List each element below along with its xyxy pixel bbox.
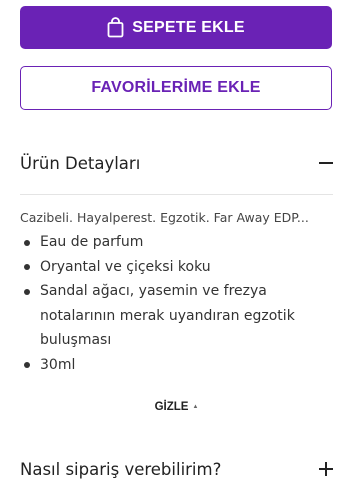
product-summary: Cazibeli. Hayalperest. Egzotik. Far Away… (20, 210, 309, 225)
feature-item: Sandal ağacı, yasemin ve frezya notaları… (20, 279, 333, 353)
product-details-header[interactable]: Ürün Detayları (20, 148, 333, 178)
order-help-header[interactable]: Nasıl sipariş verebilirim? (20, 454, 333, 484)
add-to-favorites-label: FAVORİLERİME EKLE (91, 79, 261, 96)
divider (20, 194, 333, 195)
order-help-title: Nasıl sipariş verebilirim? (20, 459, 222, 479)
feature-item: Oryantal ve çiçeksi koku (20, 255, 333, 280)
product-details-title: Ürün Detayları (20, 153, 141, 173)
add-to-cart-label: SEPETE EKLE (132, 18, 245, 36)
caret-up-icon: ▲ (192, 404, 199, 410)
feature-item: 30ml (20, 353, 333, 378)
minus-icon[interactable] (319, 156, 333, 170)
product-features-list: Eau de parfum Oryantal ve çiçeksi koku S… (20, 230, 333, 377)
shopping-bag-icon (107, 17, 124, 38)
feature-item: Eau de parfum (20, 230, 333, 255)
add-to-cart-button[interactable]: SEPETE EKLE (20, 6, 332, 49)
hide-details-button[interactable]: GİZLE ▲ (0, 401, 353, 413)
add-to-favorites-button[interactable]: FAVORİLERİME EKLE (20, 66, 332, 110)
product-page: SEPETE EKLE FAVORİLERİME EKLE Ürün Detay… (0, 0, 353, 490)
hide-details-label: GİZLE (154, 401, 189, 413)
plus-icon[interactable] (319, 462, 333, 476)
